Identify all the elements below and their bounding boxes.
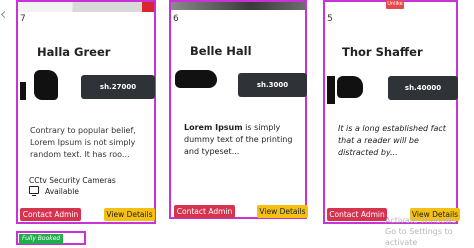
card-title: Belle Hall xyxy=(190,44,252,58)
price-tag: sh.40000 xyxy=(388,76,458,100)
card-description: Lorem Ipsum is simply dummy text of the … xyxy=(184,122,302,158)
watermark-line-1: Activate Windows xyxy=(385,216,457,225)
category-label: CCtv Security Cameras xyxy=(29,176,116,185)
listing-card: 6 Belle Hall sh.3000 Lorem Ipsum is simp… xyxy=(169,0,308,219)
price-tag: sh.27000 xyxy=(81,75,155,99)
card-number: 5 xyxy=(327,14,333,24)
redacted-image xyxy=(34,70,58,100)
card-number: 7 xyxy=(20,14,26,24)
tv-icon xyxy=(29,186,39,196)
card-image[interactable] xyxy=(18,2,154,12)
card-number: 6 xyxy=(173,14,179,24)
contact-admin-button[interactable]: Contact Admin xyxy=(20,208,81,221)
card-title: Halla Greer xyxy=(37,45,111,59)
redacted-image xyxy=(337,76,363,98)
availability-label: Available xyxy=(45,187,79,196)
watermark-line-2: Go to Settings to activate xyxy=(385,227,453,247)
contact-admin-button[interactable]: Contact Admin xyxy=(327,208,387,221)
unlike-badge[interactable]: Unlike xyxy=(386,0,404,9)
listing-card: 7 Halla Greer sh.27000 Contrary to popul… xyxy=(16,0,156,224)
view-details-button[interactable]: View Details xyxy=(104,208,155,221)
redacted-image xyxy=(20,82,26,100)
redacted-image xyxy=(327,76,335,104)
view-details-button[interactable]: View Details xyxy=(257,205,308,218)
redacted-image xyxy=(175,70,217,88)
contact-admin-button[interactable]: Contact Admin xyxy=(174,205,235,218)
card-description: It is a long established fact that a rea… xyxy=(338,124,446,157)
price-tag: sh.3000 xyxy=(238,73,307,97)
card-description: Contrary to popular belief, Lorem Ipsum … xyxy=(30,126,136,159)
activation-watermark: Activate Windows Go to Settings to activ… xyxy=(385,215,474,248)
scroll-left-indicator[interactable] xyxy=(0,0,6,243)
listing-card: Unlike 5 Thor Shaffer sh.40000 It is a l… xyxy=(323,0,460,224)
card-title: Thor Shaffer xyxy=(342,45,423,59)
card-image[interactable] xyxy=(171,2,305,10)
description-emphasis: Lorem Ipsum xyxy=(184,123,243,132)
